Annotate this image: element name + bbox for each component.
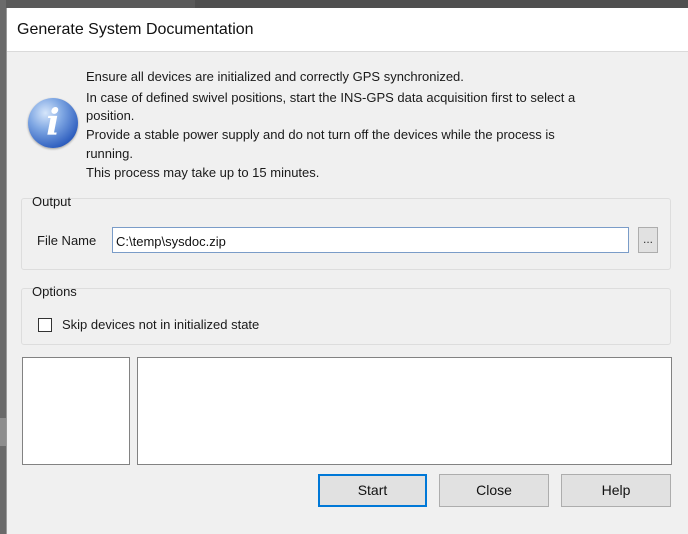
message-line-4: Provide a stable power supply and do not… (86, 127, 555, 142)
browse-button[interactable]: ... (638, 227, 658, 253)
skip-devices-label[interactable]: Skip devices not in initialized state (62, 317, 259, 332)
file-name-input[interactable] (112, 227, 629, 253)
title-bar[interactable]: Generate System Documentation (7, 8, 688, 52)
output-group: Output File Name ... (21, 194, 671, 270)
right-display-panel (137, 357, 672, 465)
background-window-strip (195, 0, 688, 8)
file-name-label: File Name (37, 233, 97, 248)
start-button[interactable]: Start (318, 474, 427, 507)
message-line-2: In case of defined swivel positions, sta… (86, 90, 576, 105)
output-group-label: Output (32, 194, 72, 209)
dialog-title: Generate System Documentation (17, 21, 254, 38)
message-line-3: position. (86, 108, 135, 123)
generate-docs-dialog: Generate System Documentation i Ensure a… (6, 8, 688, 534)
message-line-1: Ensure all devices are initialized and c… (86, 69, 464, 84)
options-group: Options Skip devices not in initialized … (21, 284, 671, 345)
options-group-label: Options (32, 284, 77, 299)
close-button[interactable]: Close (439, 474, 549, 507)
info-icon: i (28, 98, 78, 148)
message-line-6: This process may take up to 15 minutes. (86, 165, 320, 180)
message-line-5: running. (86, 146, 133, 161)
help-button[interactable]: Help (561, 474, 671, 507)
skip-devices-checkbox[interactable] (38, 318, 52, 332)
left-display-panel (22, 357, 130, 465)
